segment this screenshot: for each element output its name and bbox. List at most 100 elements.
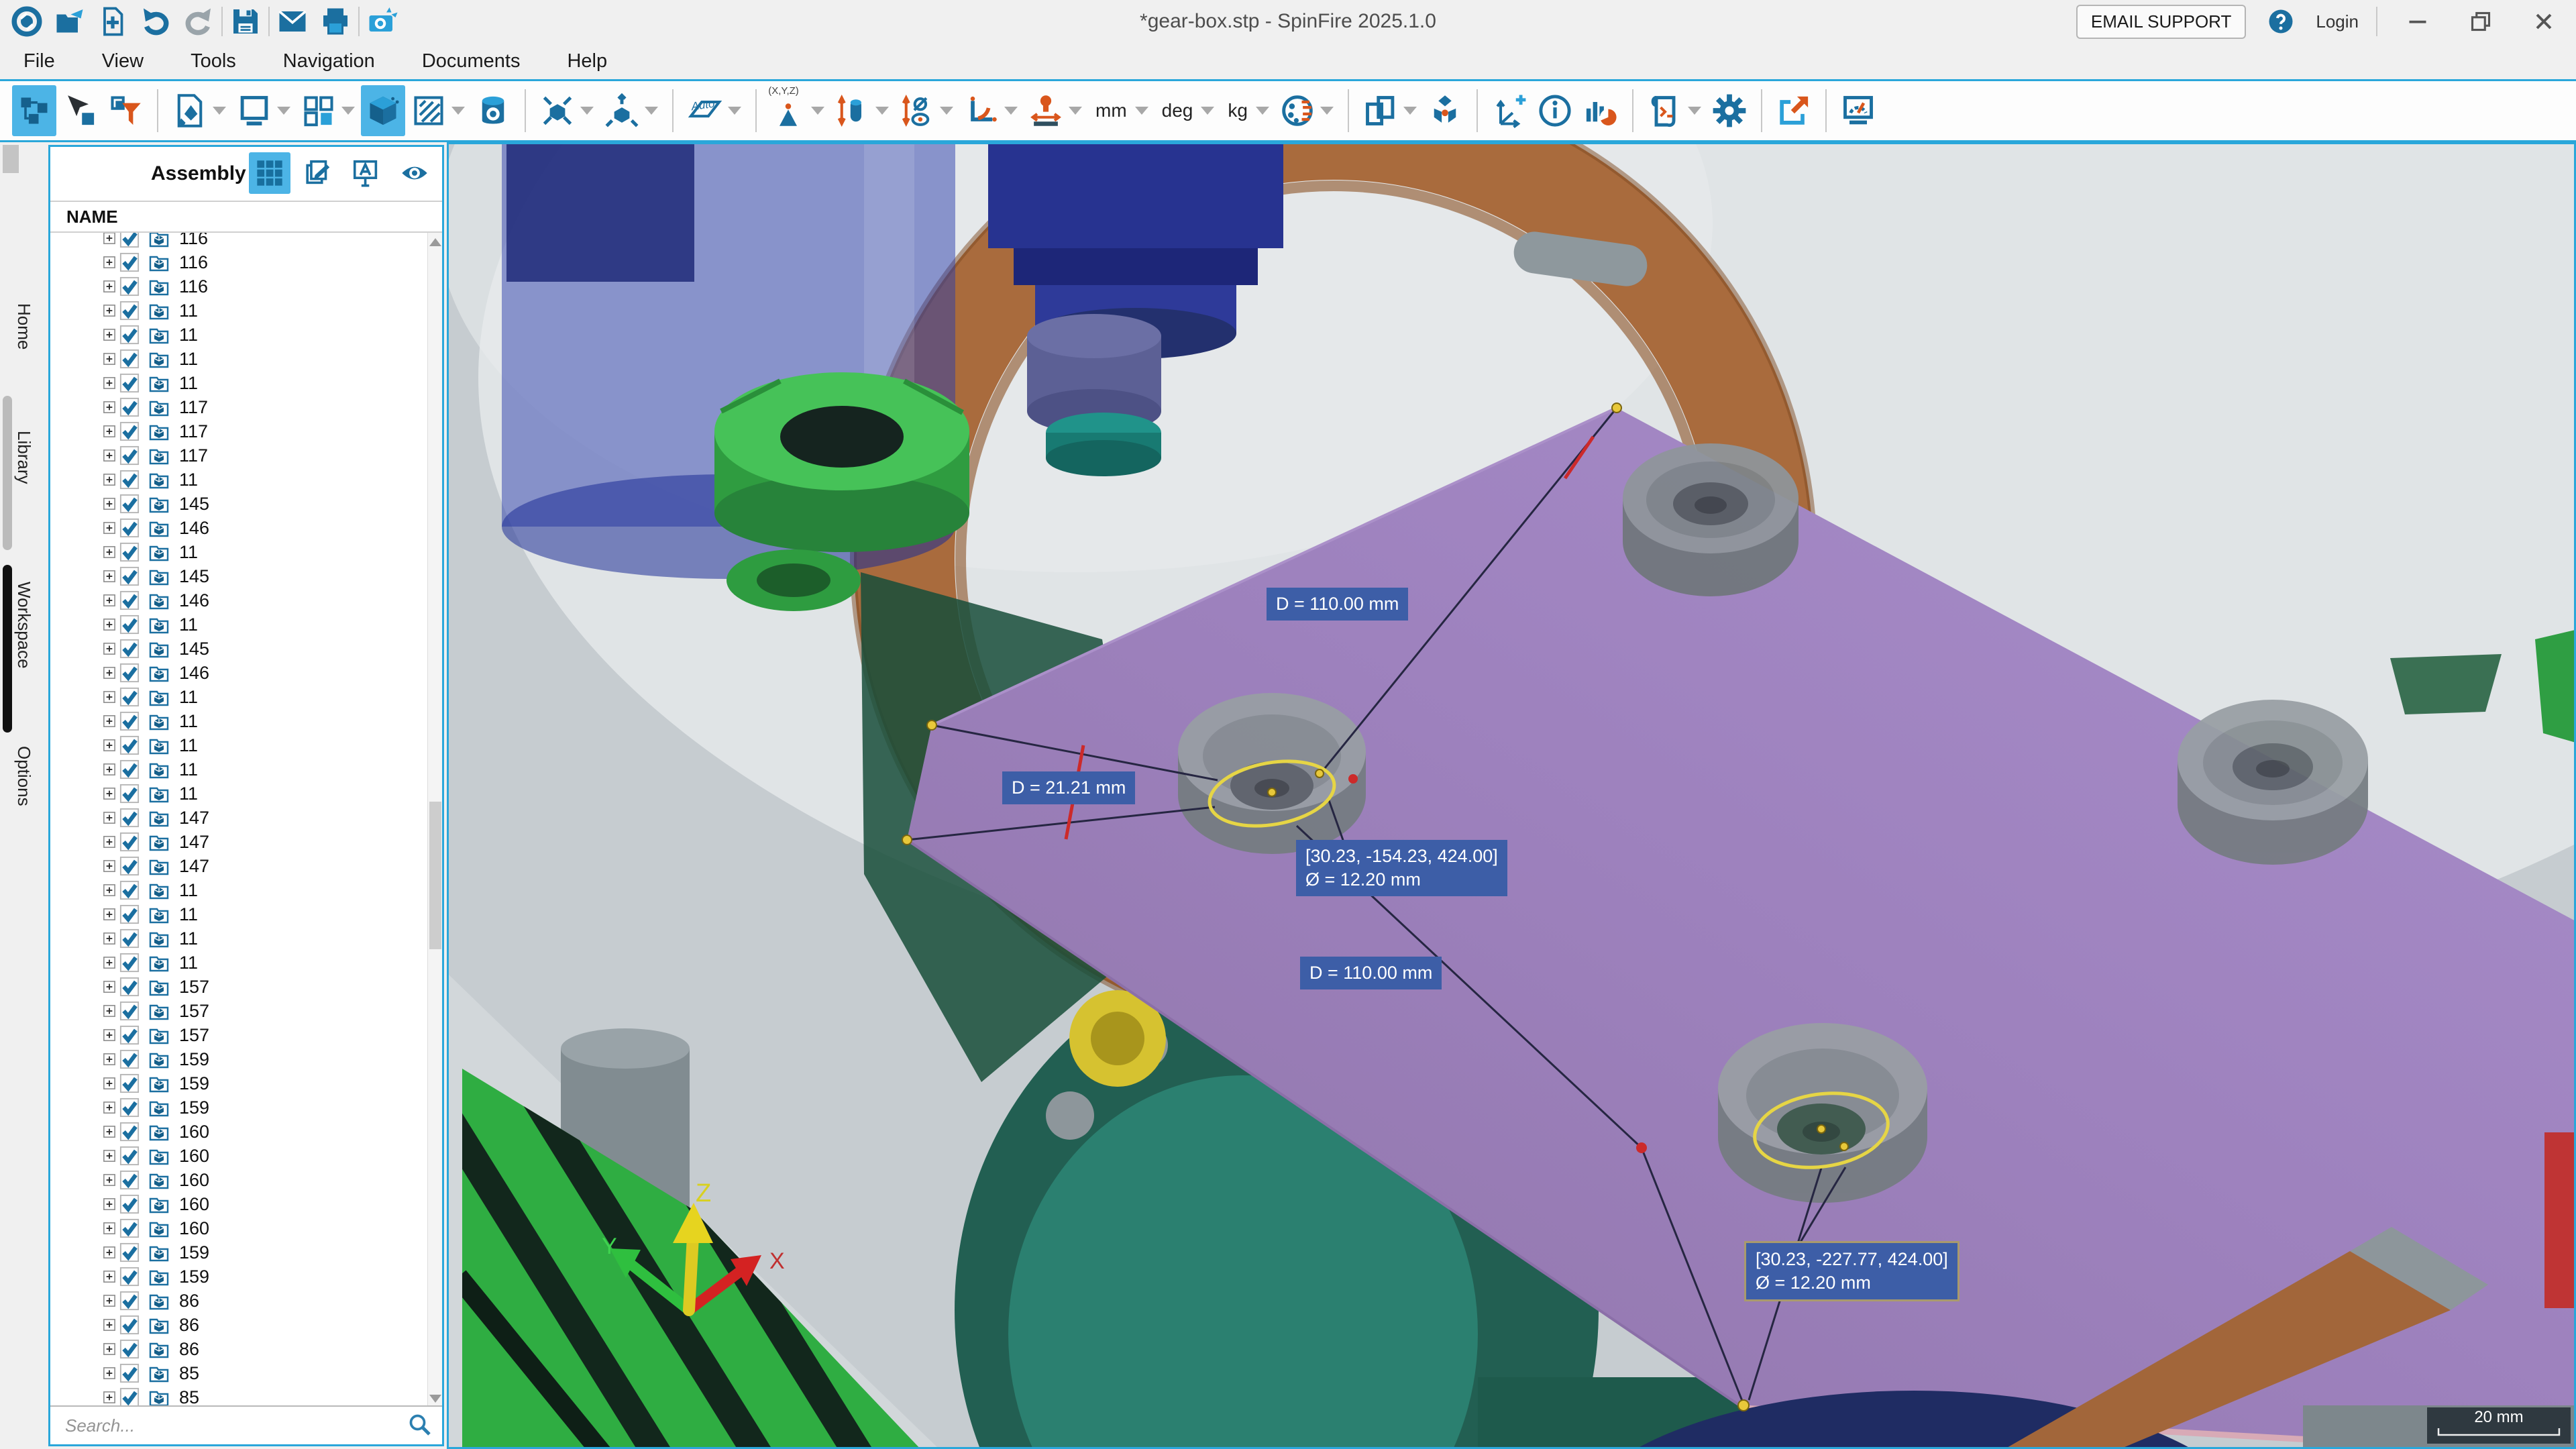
scroll-down-icon[interactable] xyxy=(429,1395,441,1403)
dropdown-arrow-icon[interactable] xyxy=(580,107,594,115)
dropdown-arrow-icon[interactable] xyxy=(940,107,953,115)
tree-row[interactable]: 11 xyxy=(50,733,426,757)
expand-icon[interactable] xyxy=(103,400,116,414)
visibility-checkbox[interactable] xyxy=(119,1073,140,1093)
filter-button[interactable] xyxy=(103,85,148,136)
visibility-checkbox[interactable] xyxy=(119,373,140,393)
close-button[interactable] xyxy=(2521,1,2567,42)
bolt-knob-4[interactable] xyxy=(1718,1023,1927,1203)
tree-row[interactable]: 11 xyxy=(50,371,426,395)
visibility-checkbox[interactable] xyxy=(119,566,140,586)
email-support-button[interactable]: EMAIL SUPPORT xyxy=(2076,5,2247,39)
visibility-checkbox[interactable] xyxy=(119,687,140,707)
performance-button[interactable] xyxy=(1836,85,1880,136)
expand-icon[interactable] xyxy=(103,932,116,945)
expand-icon[interactable] xyxy=(103,304,116,317)
expand-icon[interactable] xyxy=(103,883,116,897)
expand-icon[interactable] xyxy=(103,1246,116,1259)
visibility-checkbox[interactable] xyxy=(119,977,140,997)
expand-icon[interactable] xyxy=(103,1222,116,1235)
scrollbar-thumb[interactable] xyxy=(429,802,441,949)
tree-row[interactable]: 11 xyxy=(50,709,426,733)
visibility-checkbox[interactable] xyxy=(119,1194,140,1214)
expand-icon[interactable] xyxy=(103,352,116,366)
expand-icon[interactable] xyxy=(103,811,116,824)
expand-icon[interactable] xyxy=(103,763,116,776)
3d-scene[interactable]: Z Y X xyxy=(449,144,2576,1449)
layout-button[interactable] xyxy=(297,85,360,136)
login-button[interactable]: Login xyxy=(2316,11,2359,32)
tree-column-header[interactable]: NAME xyxy=(50,201,442,233)
redo-button[interactable] xyxy=(178,1,219,42)
menu-tools[interactable]: Tools xyxy=(191,50,236,72)
viewport-3d[interactable]: Z Y X Top Left Front xyxy=(447,142,2576,1449)
expand-icon[interactable] xyxy=(103,908,116,921)
visibility-checkbox[interactable] xyxy=(119,663,140,683)
dropdown-arrow-icon[interactable] xyxy=(1201,107,1214,115)
expand-icon[interactable] xyxy=(103,1173,116,1187)
expand-icon[interactable] xyxy=(103,1318,116,1332)
auto-plane-button[interactable]: Auto xyxy=(683,85,746,136)
tree-row[interactable]: 11 xyxy=(50,902,426,926)
visibility-checkbox[interactable] xyxy=(119,470,140,490)
bolt-knob-3[interactable] xyxy=(2178,700,2368,865)
open-file-button[interactable] xyxy=(50,1,90,42)
visibility-checkbox[interactable] xyxy=(119,397,140,417)
tree-row[interactable]: 157 xyxy=(50,999,426,1023)
visibility-button[interactable] xyxy=(394,152,435,194)
tree-row[interactable]: 11 xyxy=(50,299,426,323)
explode-parts-button[interactable] xyxy=(1423,85,1467,136)
help-button[interactable] xyxy=(2263,1,2298,42)
expand-icon[interactable] xyxy=(103,618,116,631)
external-button[interactable] xyxy=(1772,85,1816,136)
dropdown-arrow-icon[interactable] xyxy=(1069,107,1082,115)
dropdown-arrow-icon[interactable] xyxy=(213,107,226,115)
unit-mass-select[interactable]: kg xyxy=(1220,85,1274,136)
minimize-button[interactable] xyxy=(2395,1,2440,42)
save-button[interactable] xyxy=(225,1,266,42)
tree-row[interactable]: 11 xyxy=(50,612,426,637)
expand-icon[interactable] xyxy=(103,1270,116,1283)
visibility-checkbox[interactable] xyxy=(119,1291,140,1311)
tree-row[interactable]: 11 xyxy=(50,951,426,975)
dropdown-arrow-icon[interactable] xyxy=(1320,107,1334,115)
expand-icon[interactable] xyxy=(103,690,116,704)
side-tab-home[interactable]: Home xyxy=(13,303,34,390)
visibility-checkbox[interactable] xyxy=(119,904,140,924)
expand-icon[interactable] xyxy=(103,1366,116,1380)
tree-row[interactable]: 159 xyxy=(50,1095,426,1120)
visibility-checkbox[interactable] xyxy=(119,1363,140,1383)
visibility-checkbox[interactable] xyxy=(119,808,140,828)
height-measure-button[interactable] xyxy=(830,85,894,136)
dropdown-arrow-icon[interactable] xyxy=(1256,107,1269,115)
tree-row[interactable]: 11 xyxy=(50,540,426,564)
tree-row[interactable]: 117 xyxy=(50,395,426,419)
info-button[interactable] xyxy=(1533,85,1577,136)
tree-row[interactable]: 85 xyxy=(50,1361,426,1385)
tree-row[interactable]: 159 xyxy=(50,1071,426,1095)
visibility-checkbox[interactable] xyxy=(119,1097,140,1118)
script-button[interactable] xyxy=(1643,85,1706,136)
dropdown-arrow-icon[interactable] xyxy=(1135,107,1148,115)
tree-row[interactable]: 11 xyxy=(50,468,426,492)
visibility-checkbox[interactable] xyxy=(119,252,140,272)
expand-icon[interactable] xyxy=(103,233,116,245)
expand-icon[interactable] xyxy=(103,376,116,390)
distance-measure-button[interactable] xyxy=(1024,85,1087,136)
tree-row[interactable]: 147 xyxy=(50,830,426,854)
tree-row[interactable]: 145 xyxy=(50,564,426,588)
visibility-checkbox[interactable] xyxy=(119,421,140,441)
expand-icon[interactable] xyxy=(103,425,116,438)
expand-icon[interactable] xyxy=(103,1197,116,1211)
visibility-checkbox[interactable] xyxy=(119,1315,140,1335)
visibility-checkbox[interactable] xyxy=(119,880,140,900)
settings-button[interactable] xyxy=(1707,85,1752,136)
expand-icon[interactable] xyxy=(103,787,116,800)
visibility-checkbox[interactable] xyxy=(119,1387,140,1407)
visibility-checkbox[interactable] xyxy=(119,614,140,635)
visibility-checkbox[interactable] xyxy=(119,1122,140,1142)
markup-button[interactable] xyxy=(297,152,339,194)
visibility-checkbox[interactable] xyxy=(119,1001,140,1021)
visibility-checkbox[interactable] xyxy=(119,301,140,321)
tree-row[interactable]: 11 xyxy=(50,926,426,951)
